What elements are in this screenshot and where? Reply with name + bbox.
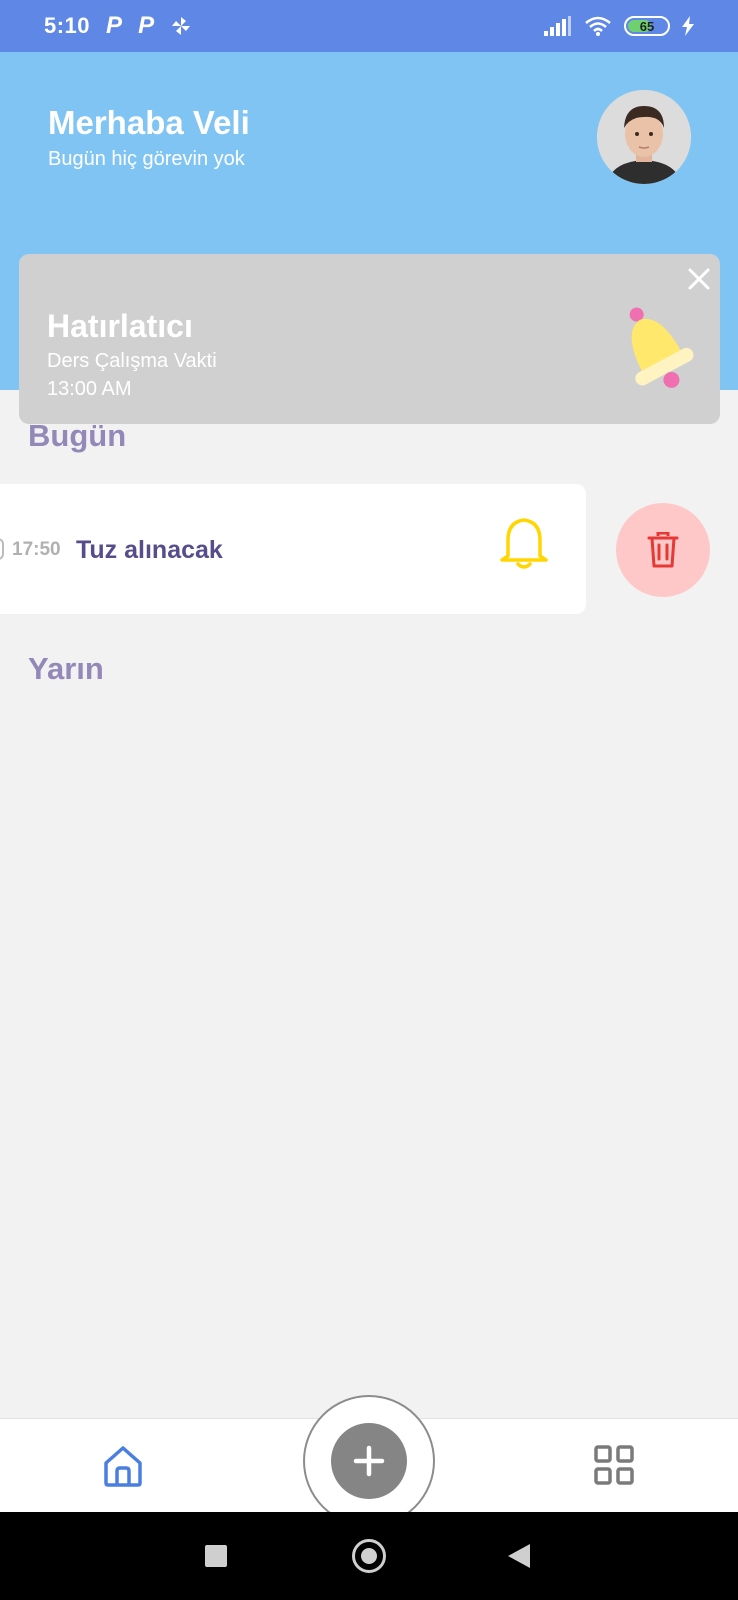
greeting-subtitle: Bugün hiç görevin yok (48, 148, 245, 170)
reminder-description: Ders Çalışma Vakti (47, 350, 217, 372)
grid-icon[interactable] (594, 1445, 634, 1485)
battery-icon: 65 (624, 16, 670, 36)
battery-level: 65 (639, 18, 655, 34)
section-title-tomorrow: Yarın (28, 651, 104, 686)
bell-illustration-icon (629, 307, 694, 388)
wifi-icon (585, 16, 611, 36)
reminder-card[interactable]: Hatırlatıcı Ders Çalışma Vakti 13:00 AM (19, 254, 720, 424)
back-button[interactable] (508, 1544, 530, 1568)
system-home-button[interactable] (352, 1539, 386, 1573)
avatar-photo (597, 90, 691, 184)
header: Merhaba Veli Bugün hiç görevin yok Hatır… (0, 52, 738, 424)
bell-icon[interactable] (498, 512, 550, 572)
add-button[interactable] (331, 1423, 407, 1499)
delete-button[interactable] (616, 503, 710, 597)
signal-icon (544, 16, 571, 36)
notification-icons: P P (106, 12, 192, 40)
charging-icon (682, 16, 694, 36)
task-time: 17:50 (12, 539, 61, 560)
p-app-icon: P (106, 12, 123, 39)
trash-icon (647, 532, 679, 568)
pinwheel-icon (172, 17, 191, 35)
home-dot (361, 1548, 377, 1564)
home-icon[interactable] (102, 1445, 144, 1487)
task-title: Tuz alınacak (76, 536, 223, 564)
task-checkbox[interactable] (0, 538, 4, 560)
section-title-today: Bugün (28, 418, 127, 453)
task-card[interactable]: 17:50 Tuz alınacak (0, 484, 586, 614)
reminder-title: Hatırlatıcı (47, 308, 193, 344)
greeting: Merhaba Veli Bugün hiç görevin yok (48, 104, 250, 171)
status-time: 5:10 (44, 13, 91, 38)
system-navigation-bar (0, 1512, 738, 1600)
p-app-icon: P (138, 12, 155, 39)
close-icon[interactable] (684, 264, 714, 294)
plus-icon (353, 1445, 385, 1477)
status-bar: 5:10 P P 65 (0, 0, 738, 52)
greeting-title: Merhaba Veli (48, 104, 250, 141)
recent-apps-button[interactable] (205, 1545, 227, 1567)
avatar[interactable] (597, 90, 691, 184)
reminder-time: 13:00 AM (47, 378, 132, 400)
